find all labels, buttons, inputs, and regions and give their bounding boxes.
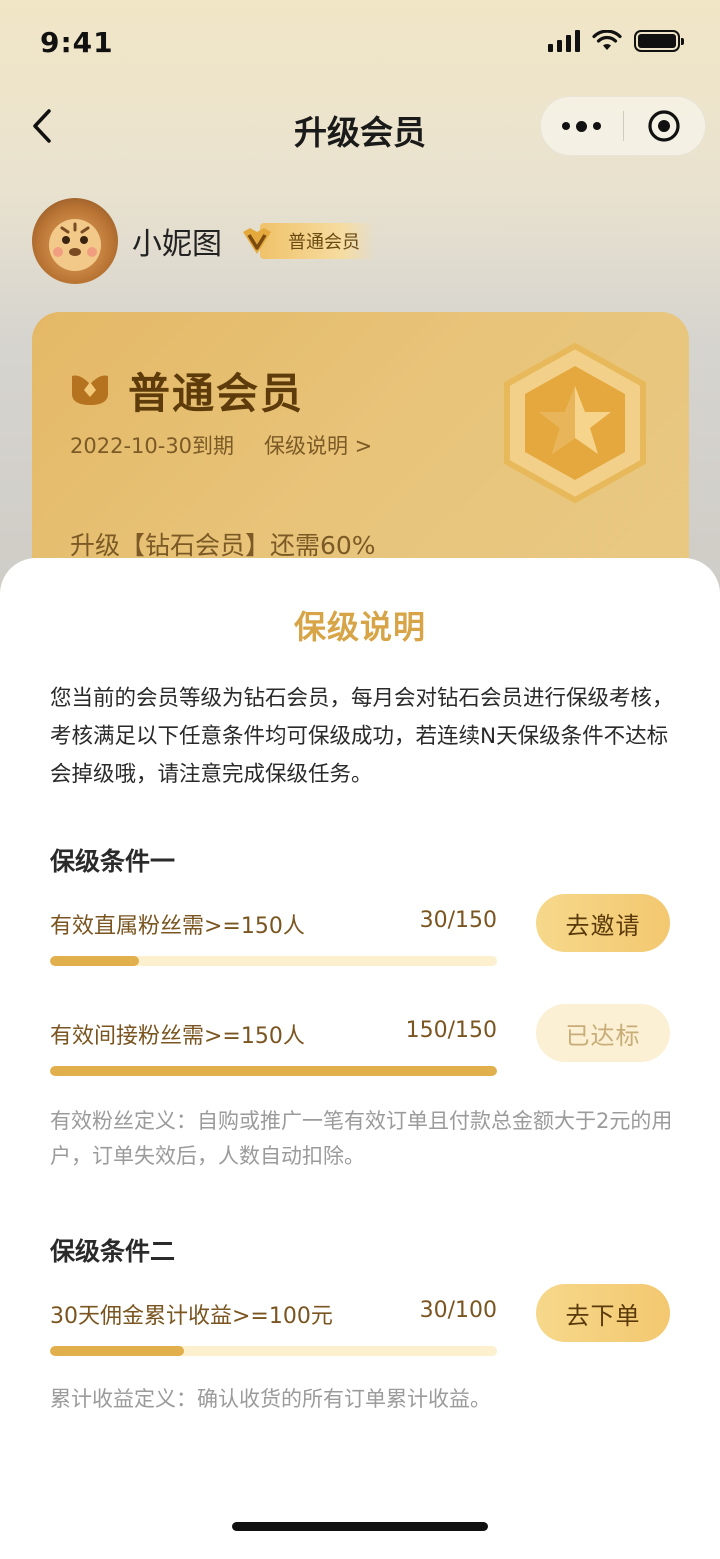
mini-program-capsule [540,96,706,156]
card-level-title: 普通会员 [128,369,305,418]
section-title-1: 保级条件一 [50,847,176,876]
condition-row: 30天佣金累计收益>=100元 30/100 去下单 [50,1284,670,1368]
star-medal-icon [504,342,646,504]
status-bar: 9:41 [0,0,720,88]
lion-avatar-icon [49,219,101,271]
progress-bar [50,1066,497,1076]
condition-value: 30/150 [419,908,497,933]
progress-bar [50,956,497,966]
condition-row: 有效直属粉丝需>=150人 30/150 去邀请 [50,894,670,978]
condition-label: 有效直属粉丝需>=150人 [50,914,305,939]
status-time: 9:41 [40,26,114,59]
more-button[interactable] [541,96,623,156]
nav-bar: 升级会员 [0,92,720,162]
user-name: 小妮图 [132,227,222,262]
section-title-2: 保级条件二 [50,1237,176,1266]
place-order-button[interactable]: 去下单 [536,1284,670,1342]
condition-label: 30天佣金累计收益>=100元 [50,1304,333,1329]
progress-fill [50,956,140,966]
user-profile: 小妮图 普通会员 [32,196,376,286]
sheet-intro: 您当前的会员等级为钻石会员，每月会对钻石会员进行保级考核，考核满足以下任意条件均… [50,686,674,787]
achieved-button[interactable]: 已达标 [536,1004,670,1062]
progress-bar [50,1346,497,1356]
condition-row: 有效间接粉丝需>=150人 150/150 已达标 [50,1004,670,1088]
upgrade-progress-text: 升级【钻石会员】还需60% [70,531,376,560]
progress-fill [50,1066,497,1076]
retention-info-link[interactable]: 保级说明 > [264,430,372,460]
earnings-definition-note: 累计收益定义：确认收货的所有订单累计收益。 [50,1387,491,1411]
status-icons [548,30,684,52]
v-badge-icon [243,228,271,254]
condition-label: 有效间接粉丝需>=150人 [50,1024,305,1049]
retention-rules-sheet: 保级说明 您当前的会员等级为钻石会员，每月会对钻石会员进行保级考核，考核满足以下… [0,558,720,1559]
signal-icon [548,30,580,52]
home-indicator [232,1522,488,1531]
condition-value: 30/100 [419,1298,497,1323]
more-dots-icon [562,122,571,130]
target-circle-icon [648,110,680,142]
progress-fill [50,1346,185,1356]
battery-icon [634,30,684,52]
crown-flower-icon [72,375,108,405]
level-badge: 普通会员 [240,223,376,259]
fans-definition-note: 有效粉丝定义：自购或推广一笔有效订单且付款总金额大于2元的用户，订单失效后，人数… [50,1109,673,1168]
sheet-title: 保级说明 [293,608,426,646]
close-mini-program-button[interactable] [624,96,706,156]
level-badge-label: 普通会员 [260,223,376,259]
avatar[interactable] [32,198,118,284]
wifi-icon [592,30,622,50]
card-expiry-date: 2022-10-30到期 [70,434,235,458]
condition-value: 150/150 [405,1018,497,1043]
invite-button[interactable]: 去邀请 [536,894,670,952]
